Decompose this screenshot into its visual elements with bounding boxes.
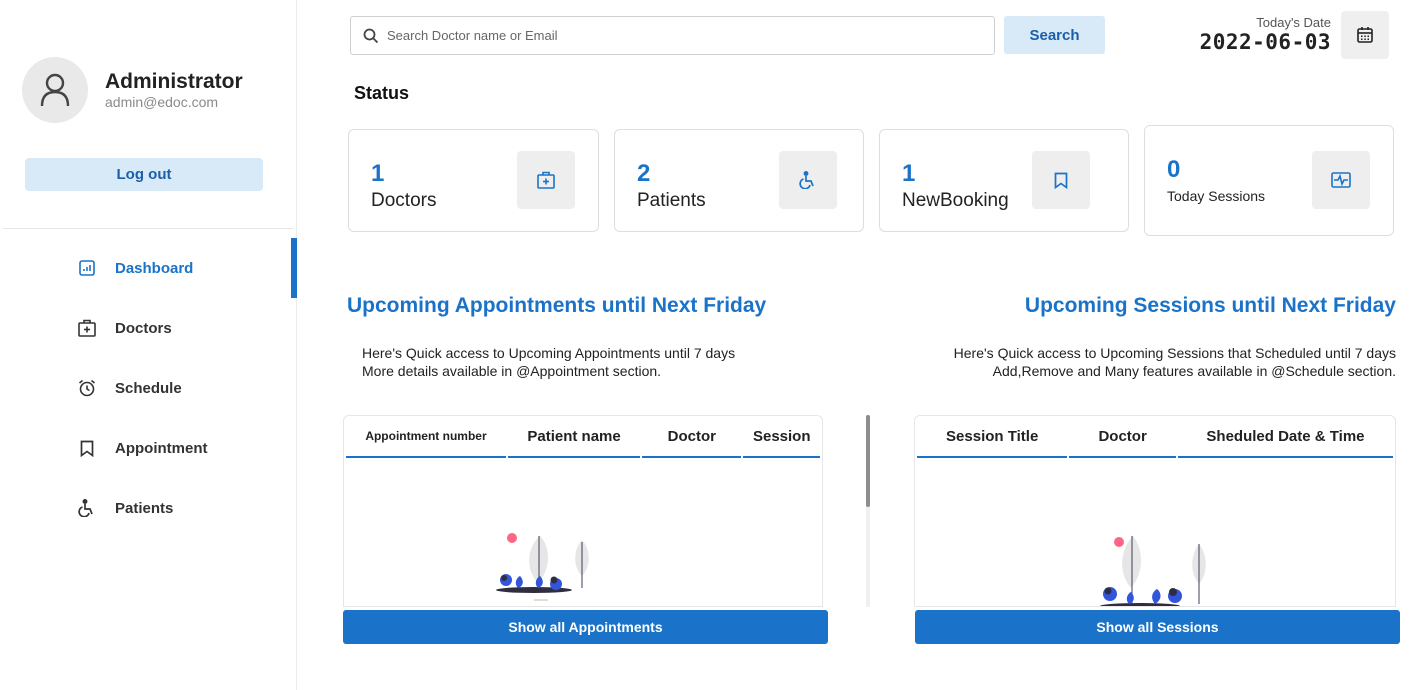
date-label: Today's Date [1256, 15, 1331, 30]
today-date: Today's Date 2022-06-03 [1200, 15, 1331, 54]
column-header: Doctor [1069, 416, 1176, 458]
status-card-newbooking[interactable]: 1 NewBooking [879, 129, 1129, 232]
appointments-title: Upcoming Appointments until Next Friday [347, 294, 767, 317]
sessions-description: Here's Quick access to Upcoming Sessions… [954, 344, 1396, 380]
bookmark-icon [76, 437, 98, 459]
table-header: Appointment number Patient name Doctor S… [344, 416, 822, 458]
appointments-desc-line2: More details available in @Appointment s… [362, 363, 662, 379]
column-header: Session Title [917, 416, 1068, 458]
sidebar-item-label: Patients [115, 499, 174, 517]
user-icon [40, 73, 70, 107]
card-value: 1 [902, 160, 916, 187]
sidebar-item-label: Doctors [115, 319, 172, 337]
show-all-sessions-button[interactable]: Show all Sessions [915, 610, 1400, 644]
table-header: Session Title Doctor Sheduled Date & Tim… [915, 416, 1395, 458]
sidebar-item-dashboard[interactable]: Dashboard [0, 238, 297, 298]
calendar-icon [1357, 27, 1373, 43]
sessions-table: Session Title Doctor Sheduled Date & Tim… [914, 415, 1396, 607]
status-title: Status [354, 83, 410, 103]
search-icon [363, 28, 379, 43]
profile: Administrator admin@edoc.com [22, 57, 243, 123]
appointments-description: Here's Quick access to Upcoming Appointm… [362, 344, 735, 380]
sidebar-item-label: Dashboard [115, 259, 194, 277]
profile-email: admin@edoc.com [105, 94, 219, 110]
search-button[interactable]: Search [1004, 16, 1105, 54]
sessions-desc-line2: Add,Remove and Many features available i… [992, 363, 1396, 379]
sidebar-item-patients[interactable]: Patients [0, 478, 297, 538]
date-value: 2022-06-03 [1199, 30, 1331, 54]
bookmark-icon [1032, 151, 1090, 209]
calendar-button[interactable] [1341, 11, 1389, 59]
status-card-patients[interactable]: 2 Patients [614, 129, 864, 232]
card-label: Doctors [371, 190, 437, 211]
sidebar: Administrator admin@edoc.com Log out Das… [0, 0, 297, 690]
card-label: Patients [637, 190, 706, 211]
profile-name: Administrator [105, 70, 243, 93]
scrollbar-thumb[interactable] [866, 415, 870, 507]
search-box [350, 16, 995, 55]
card-value: 1 [371, 160, 385, 187]
card-label: Today Sessions [1167, 188, 1266, 204]
sidebar-item-doctors[interactable]: Doctors [0, 298, 297, 358]
card-value: 2 [637, 160, 651, 187]
logout-button[interactable]: Log out [25, 158, 263, 191]
card-value: 0 [1167, 156, 1181, 183]
avatar [22, 57, 88, 123]
alarm-clock-icon [76, 377, 98, 399]
sidebar-menu: Dashboard Doctors Schedule Appointment P… [0, 238, 297, 538]
sidebar-item-schedule[interactable]: Schedule [0, 358, 297, 418]
status-card-today-sessions[interactable]: 0 Today Sessions [1144, 125, 1394, 236]
sidebar-item-label: Appointment [115, 439, 208, 457]
sessions-icon [1312, 151, 1370, 209]
column-header: Doctor [642, 416, 742, 458]
wheelchair-icon [779, 151, 837, 209]
column-header: Sheduled Date & Time [1177, 416, 1393, 458]
sessions-title: Upcoming Sessions until Next Friday [1024, 294, 1396, 317]
dashboard-icon [76, 257, 98, 279]
status-card-doctors[interactable]: 1 Doctors [348, 129, 599, 232]
empty-illustration [496, 533, 589, 601]
appointments-table: Appointment number Patient name Doctor S… [343, 415, 823, 607]
doctors-icon [76, 317, 98, 339]
sessions-desc-line1: Here's Quick access to Upcoming Sessions… [953, 345, 1396, 361]
sidebar-divider [3, 228, 294, 229]
column-header: Patient name [507, 416, 641, 458]
column-header: Session [743, 416, 820, 458]
empty-illustration [1100, 536, 1206, 606]
show-all-appointments-button[interactable]: Show all Appointments [343, 610, 828, 644]
medical-kit-icon [517, 151, 575, 209]
sidebar-item-label: Schedule [115, 379, 182, 397]
appointments-desc-line1: Here's Quick access to Upcoming Appointm… [362, 345, 736, 361]
sidebar-item-appointment[interactable]: Appointment [0, 418, 297, 478]
wheelchair-icon [76, 497, 98, 519]
search-input[interactable] [387, 28, 967, 43]
column-header: Appointment number [346, 416, 506, 458]
card-label: NewBooking [902, 190, 1009, 211]
